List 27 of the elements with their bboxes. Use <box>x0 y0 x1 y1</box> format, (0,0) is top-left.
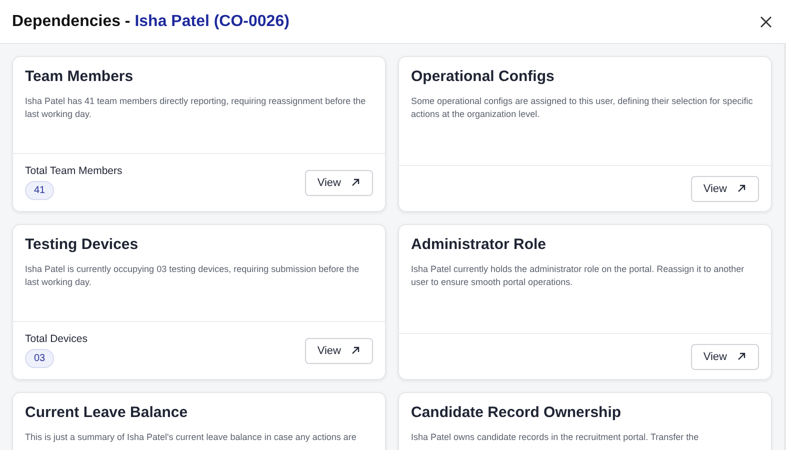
card-title: Administrator Role <box>411 236 548 253</box>
view-button[interactable]: View <box>305 170 373 196</box>
view-button[interactable]: View <box>691 176 759 202</box>
card-title: Team Members <box>25 68 134 85</box>
card-description: Isha Patel currently holds the administrator role on the portal. Reassign it to another user to ensure smooth portal operations. <box>411 263 746 289</box>
dialog-title: Dependencies - Isha Patel (CO-0026) <box>12 12 290 30</box>
card-description: Isha Patel owns candidate records in the recruitment portal. Transfer the <box>411 431 700 444</box>
close-icon <box>760 16 772 28</box>
card-title: Testing Devices <box>25 236 140 253</box>
stat-label: Total Devices <box>25 333 88 345</box>
card-title: Operational Configs <box>411 68 556 85</box>
arrow-icon <box>737 184 746 193</box>
card-title: Current Leave Balance <box>25 404 189 421</box>
view-button[interactable]: View <box>691 344 759 370</box>
stat-label: Total Team Members <box>25 165 122 177</box>
card-description: Some operational configs are assigned to this user, defining their selection for specific actions at the organization level. <box>411 95 754 121</box>
card-title: Candidate Record Ownership <box>411 404 622 421</box>
card-description: Isha Patel has 41 team members directly reporting, requiring reassignment before the last working day. <box>25 95 367 121</box>
arrow-icon <box>351 178 360 187</box>
count-badge: 41 <box>25 181 54 200</box>
card-description: Isha Patel is currently occupying 03 testing devices, requiring submission before the last working day. <box>25 263 360 289</box>
count-badge: 03 <box>25 349 54 368</box>
arrow-icon <box>351 346 360 355</box>
close-button[interactable] <box>758 14 774 30</box>
arrow-icon <box>737 352 746 361</box>
card-description: This is just a summary of Isha Patel's current leave balance in case any actions are <box>25 431 358 444</box>
view-button[interactable]: View <box>305 338 373 364</box>
